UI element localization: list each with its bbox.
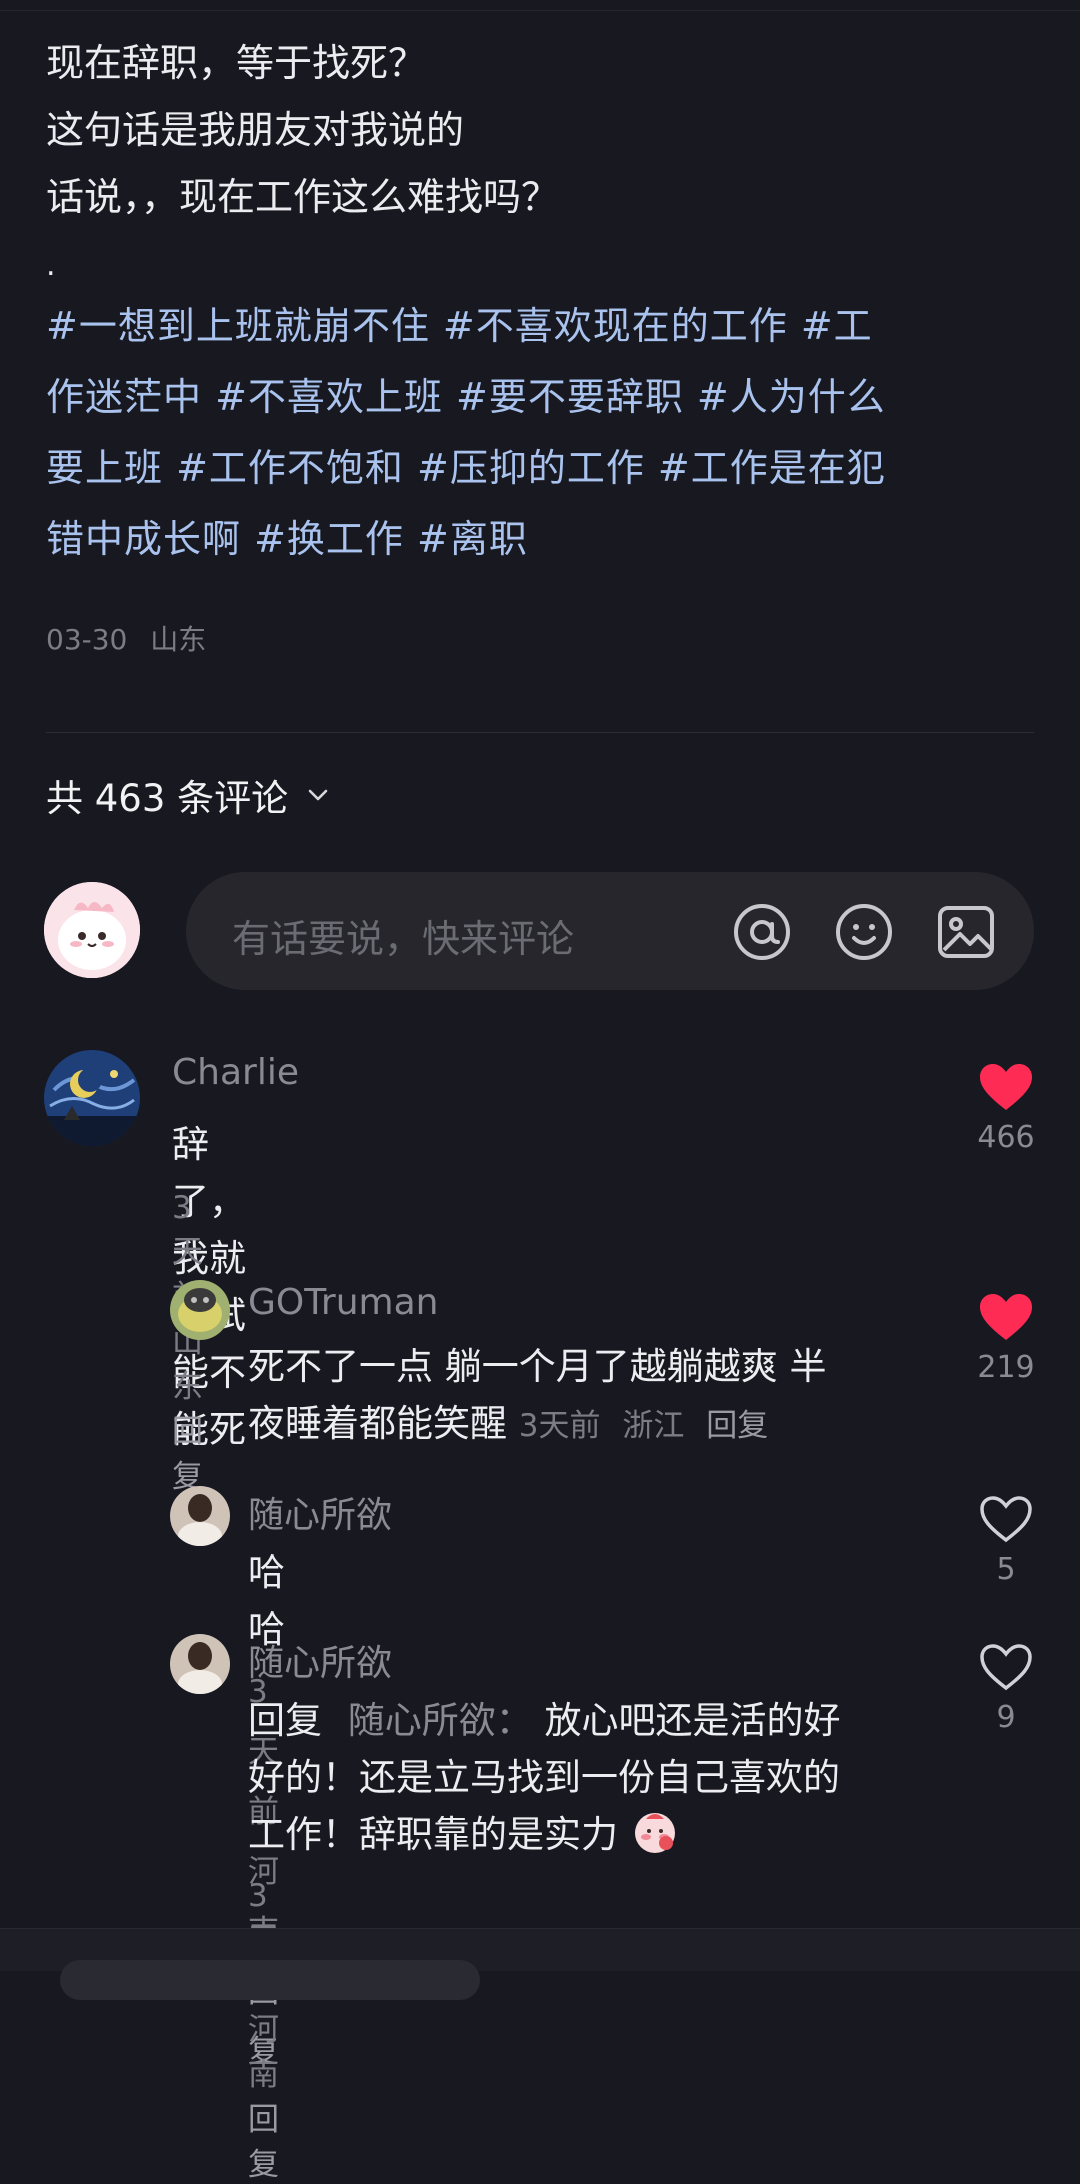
at-mention-icon[interactable] (732, 902, 792, 962)
reply-button[interactable]: 回复 (248, 2102, 279, 2183)
pink-character-icon (44, 882, 140, 978)
reply-text-line-with-meta: 夜睡着都能笑醒 3天前 浙江 回复 (248, 1395, 948, 1455)
heart-filled-icon (980, 1294, 1032, 1340)
like-button[interactable]: 9 (966, 1642, 1046, 1735)
like-count: 5 (996, 1552, 1016, 1587)
blushing-emoji-icon (634, 1813, 675, 1853)
emoji-icon[interactable] (834, 902, 894, 962)
reply-prefix: 回复 (248, 1699, 322, 1742)
hashtag-line[interactable]: 要上班 #工作不饱和 #压抑的工作 #工作是在犯 (46, 433, 1036, 504)
post-dot: . (46, 248, 56, 283)
comment-input[interactable]: 有话要说，快来评论 (186, 872, 1034, 990)
comment-count-toggle[interactable]: 共 463 条评论 (46, 768, 332, 822)
reply-text-part: 放心吧还是活的好 (544, 1699, 841, 1742)
post-body: 现在辞职，等于找死？ 这句话是我朋友对我说的 话说，，现在工作这么难找吗？ . … (46, 30, 1036, 575)
reply-location: 浙江 (622, 1408, 685, 1444)
hashtag-line[interactable]: 作迷茫中 #不喜欢上班 #要不要辞职 #人为什么 (46, 362, 1036, 433)
heart-filled-icon (980, 1064, 1032, 1110)
comment-username[interactable]: Charlie (172, 1052, 299, 1093)
post-date: 03-30 (46, 623, 128, 656)
reply-text-line: 夜睡着都能笑醒 (248, 1402, 507, 1445)
reply-button[interactable]: 回复 (706, 1408, 768, 1444)
reply-username[interactable]: GOTruman (248, 1282, 439, 1323)
section-divider (46, 732, 1034, 733)
user-avatar[interactable] (170, 1634, 230, 1694)
reply-username[interactable]: 随心所欲 (248, 1634, 392, 1686)
reply-text-part: 工作！辞职靠的是实力 (248, 1813, 618, 1856)
reply-time: 3天前 (518, 1408, 601, 1444)
reply-username[interactable]: 随心所欲 (248, 1486, 392, 1538)
bottom-pill (60, 1960, 480, 2000)
post-meta: 03-30 山东 (46, 618, 220, 658)
like-button[interactable]: 219 (966, 1292, 1046, 1385)
user-avatar[interactable] (170, 1280, 230, 1340)
post-text-line: 话说，，现在工作这么难找吗？ (46, 175, 560, 219)
post-text-line: 这句话是我朋友对我说的 (46, 108, 465, 152)
starry-night-avatar-icon (44, 1050, 140, 1146)
heart-outline-icon (980, 1496, 1032, 1543)
hashtag-line[interactable]: #一想到上班就崩不住 #不喜欢现在的工作 #工 (46, 291, 1036, 362)
like-count: 219 (977, 1350, 1035, 1385)
reply-text-line: 回复 随心所欲： 放心吧还是活的好 (248, 1692, 948, 1749)
reply-text-line: 工作！辞职靠的是实力 (248, 1806, 948, 1863)
like-button[interactable]: 5 (966, 1494, 1046, 1587)
my-avatar[interactable] (44, 882, 140, 978)
heart-outline-icon (980, 1644, 1032, 1691)
chevron-down-icon (308, 789, 328, 801)
user-avatar[interactable] (44, 1050, 140, 1146)
top-divider (0, 10, 1080, 11)
reply-meta: 3天前 河南 回复 (248, 1878, 291, 2184)
reply-button[interactable]: 回复 (172, 1414, 203, 1495)
like-count: 9 (996, 1700, 1016, 1735)
hashtag-line[interactable]: 错中成长啊 #换工作 #离职 (46, 504, 1036, 575)
post-location: 山东 (150, 623, 207, 656)
image-icon[interactable] (936, 902, 996, 962)
reply-text-line: 好的！还是立马找到一份自己喜欢的 (248, 1756, 840, 1799)
comment-meta: 3天前 山东 回复 (172, 1190, 215, 1496)
person-avatar-icon (170, 1486, 230, 1546)
like-count: 466 (977, 1120, 1035, 1155)
reply-text-line: 死不了一点 躺一个月了越躺越爽 半 (248, 1345, 827, 1388)
reply-text: 死不了一点 躺一个月了越躺越爽 半 夜睡着都能笑醒 3天前 浙江 回复 (248, 1338, 948, 1455)
like-button[interactable]: 466 (966, 1062, 1046, 1155)
reply-location: 河南 (248, 2012, 279, 2093)
comment-count-label: 共 463 条评论 (46, 777, 289, 820)
reply-to-username[interactable]: 随心所欲： (348, 1699, 533, 1742)
reply-meta: 3天前 浙江 回复 (519, 1408, 780, 1444)
hashtag-block[interactable]: #一想到上班就崩不住 #不喜欢现在的工作 #工 作迷茫中 #不喜欢上班 #要不要… (46, 291, 1036, 575)
reply-text: 回复 随心所欲： 放心吧还是活的好 好的！还是立马找到一份自己喜欢的 工作！辞职… (248, 1692, 948, 1863)
comment-input-placeholder: 有话要说，快来评论 (232, 917, 575, 961)
person-avatar-icon (170, 1634, 230, 1694)
post-text-line: 现在辞职，等于找死？ (46, 41, 427, 85)
user-avatar[interactable] (170, 1486, 230, 1546)
cat-avatar-icon (170, 1280, 230, 1340)
